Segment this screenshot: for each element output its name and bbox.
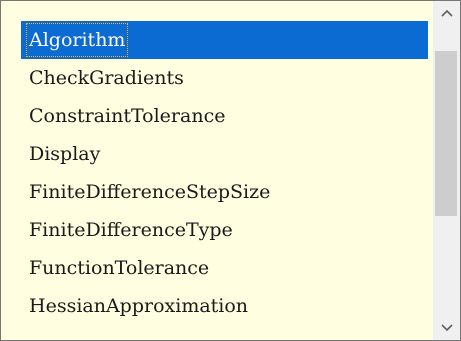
list-item-display[interactable]: Display xyxy=(21,135,428,173)
scrollbar-thumb[interactable] xyxy=(435,51,457,216)
autocomplete-popup: Algorithm CheckGradients ConstraintToler… xyxy=(0,0,461,341)
list-item-constrainttolerance[interactable]: ConstraintTolerance xyxy=(21,97,428,135)
list-item-label: Display xyxy=(29,143,101,165)
options-list[interactable]: Algorithm CheckGradients ConstraintToler… xyxy=(21,21,430,340)
list-item-functiontolerance[interactable]: FunctionTolerance xyxy=(21,249,428,287)
scroll-up-button[interactable] xyxy=(433,1,460,25)
list-item-label: FiniteDifferenceType xyxy=(29,219,233,241)
scroll-down-button[interactable] xyxy=(433,316,460,340)
chevron-up-icon xyxy=(440,9,453,17)
list-item-label: HessianApproximation xyxy=(29,295,249,317)
list-item-label: CheckGradients xyxy=(29,67,184,89)
list-item-label: ConstraintTolerance xyxy=(29,105,226,127)
list-item-label: Algorithm xyxy=(25,23,129,57)
list-item-label: FiniteDifferenceStepSize xyxy=(29,181,271,203)
chevron-down-icon xyxy=(440,324,453,332)
list-item-finitedifferencetype[interactable]: FiniteDifferenceType xyxy=(21,211,428,249)
list-item-label: FunctionTolerance xyxy=(29,257,210,279)
list-item-checkgradients[interactable]: CheckGradients xyxy=(21,59,428,97)
list-item-algorithm[interactable]: Algorithm xyxy=(21,21,428,59)
list-item-hessianapproximation[interactable]: HessianApproximation xyxy=(21,287,428,325)
list-item-finitedifferencestepsize[interactable]: FiniteDifferenceStepSize xyxy=(21,173,428,211)
vertical-scrollbar[interactable] xyxy=(433,1,460,340)
